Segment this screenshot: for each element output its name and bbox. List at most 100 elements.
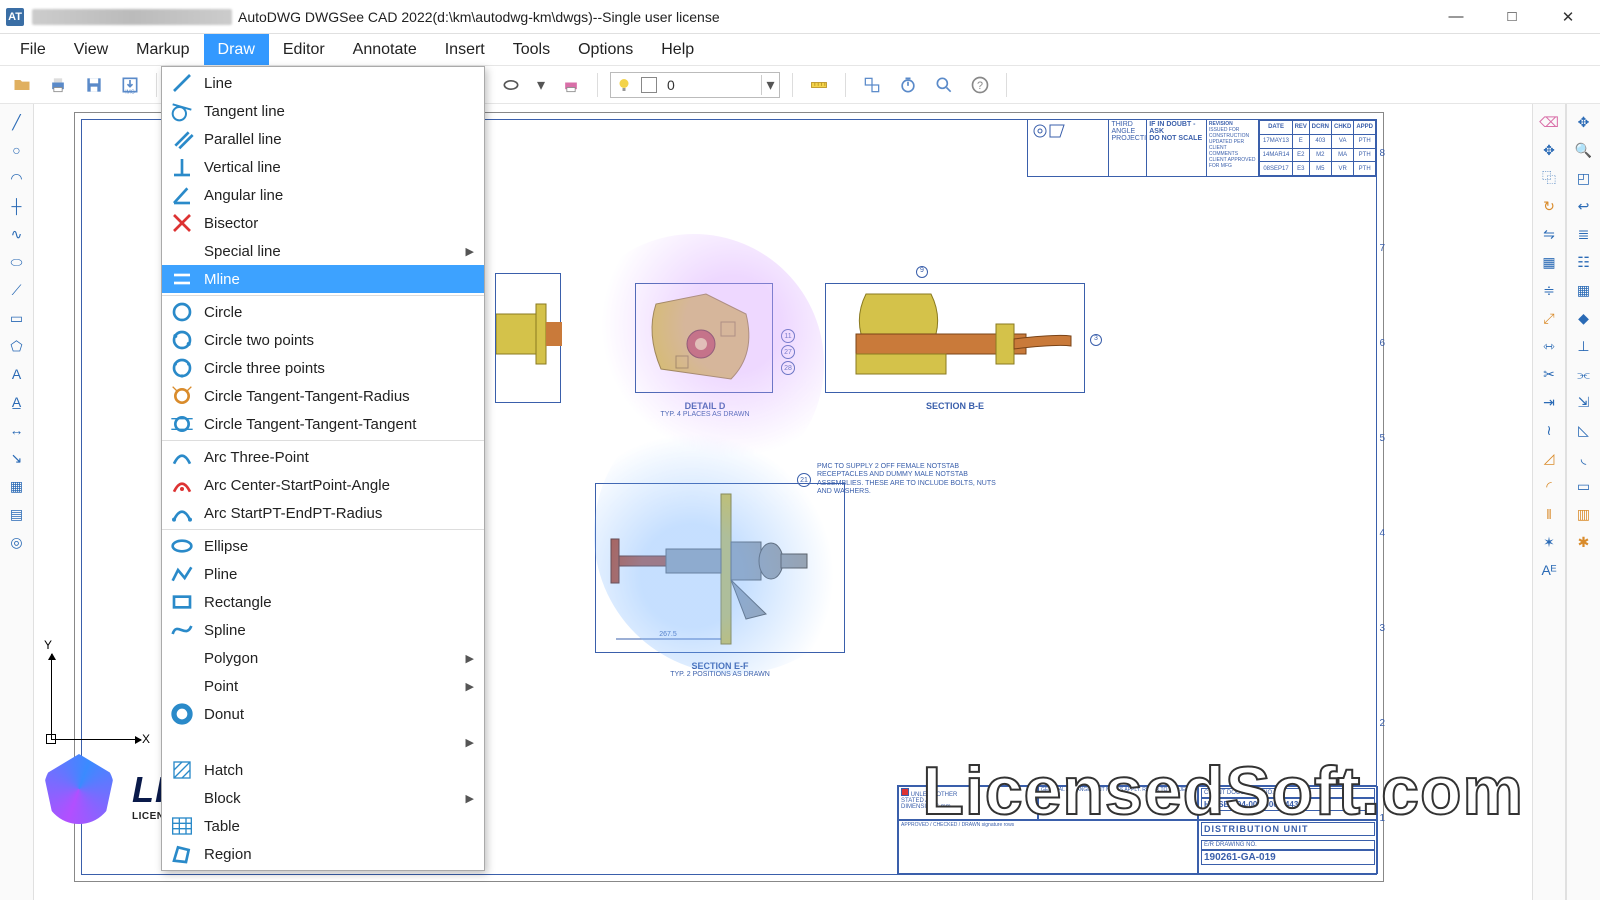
menu-help[interactable]: Help: [647, 34, 708, 65]
draw-menu-ellipse[interactable]: Ellipse: [162, 532, 484, 560]
modify-tool-offset-icon[interactable]: ‖: [1536, 502, 1562, 526]
draw-menu-angular-line[interactable]: Angular line: [162, 181, 484, 209]
menu-markup[interactable]: Markup: [122, 34, 203, 65]
modify-tool-fillet-icon[interactable]: ◜: [1536, 474, 1562, 498]
left-tool-axis-icon[interactable]: ┼: [4, 194, 30, 218]
modify-tool-scale-icon[interactable]: ⤢: [1536, 306, 1562, 330]
modify-tool-textstyle-icon[interactable]: Aᴱ: [1536, 558, 1562, 582]
left-tool-rect-icon[interactable]: ▭: [4, 306, 30, 330]
modify-tool-extend-icon[interactable]: ⇥: [1536, 390, 1562, 414]
left-tool-text-icon[interactable]: A: [4, 362, 30, 386]
view-tool-join-icon[interactable]: ⫘: [1571, 362, 1597, 386]
draw-menu-circle[interactable]: Circle: [162, 298, 484, 326]
layer-selector[interactable]: 0 ▾: [610, 72, 780, 98]
modify-tool-rotate-icon[interactable]: ↻: [1536, 194, 1562, 218]
modify-tool-copy-icon[interactable]: ⿻: [1536, 166, 1562, 190]
draw-menu-hatch[interactable]: Hatch: [162, 756, 484, 784]
modify-tool-trim-icon[interactable]: ✂: [1536, 362, 1562, 386]
menu-draw[interactable]: Draw: [204, 34, 269, 65]
draw-menu-table[interactable]: Table: [162, 812, 484, 840]
ruler-icon[interactable]: [805, 71, 833, 99]
draw-menu-spline[interactable]: Spline: [162, 616, 484, 644]
draw-menu-special-line[interactable]: Special line▶: [162, 237, 484, 265]
view-tool-zoom-icon[interactable]: 🔍: [1571, 138, 1597, 162]
draw-menu-donut[interactable]: Donut: [162, 700, 484, 728]
left-tool-leader-icon[interactable]: ↘: [4, 446, 30, 470]
open-icon[interactable]: [8, 71, 36, 99]
left-tool-dim-icon[interactable]: ↔: [4, 418, 30, 442]
menu-file[interactable]: File: [6, 34, 60, 65]
draw-menu-block[interactable]: Block▶: [162, 784, 484, 812]
left-tool-polygon-icon[interactable]: ⬠: [4, 334, 30, 358]
menu-insert[interactable]: Insert: [431, 34, 499, 65]
draw-menu-circle-tangent-tangent-tangent[interactable]: Circle Tangent-Tangent-Tangent: [162, 410, 484, 438]
draw-menu-circle-two-points[interactable]: Circle two points: [162, 326, 484, 354]
draw-menu-point[interactable]: Point▶: [162, 672, 484, 700]
left-tool-arc-icon[interactable]: ◠: [4, 166, 30, 190]
menu-annotate[interactable]: Annotate: [339, 34, 431, 65]
menu-editor[interactable]: Editor: [269, 34, 339, 65]
draw-menu-arc-startpt-endpt-radius[interactable]: Arc StartPT-EndPT-Radius: [162, 499, 484, 527]
left-tool-target-icon[interactable]: ◎: [4, 530, 30, 554]
modify-tool-align-icon[interactable]: ≑: [1536, 278, 1562, 302]
minimize-button[interactable]: —: [1442, 8, 1470, 26]
close-button[interactable]: ✕: [1554, 8, 1582, 26]
view-tool-ast-icon[interactable]: ✱: [1571, 530, 1597, 554]
draw-menu-polygon[interactable]: Polygon▶: [162, 644, 484, 672]
left-tool-circle-icon[interactable]: ○: [4, 138, 30, 162]
menu-options[interactable]: Options: [564, 34, 647, 65]
view-tool-pan-icon[interactable]: ✥: [1571, 110, 1597, 134]
draw-menu-pline[interactable]: Pline: [162, 560, 484, 588]
draw-menu-arc-three-point[interactable]: Arc Three-Point: [162, 443, 484, 471]
modify-tool-erase-icon[interactable]: ⌫: [1536, 110, 1562, 134]
draw-menu-vertical-line[interactable]: Vertical line: [162, 153, 484, 181]
timer-icon[interactable]: [894, 71, 922, 99]
modify-tool-stretch-icon[interactable]: ⇿: [1536, 334, 1562, 358]
view-tool-props-icon[interactable]: ☷: [1571, 250, 1597, 274]
print2-icon[interactable]: [557, 71, 585, 99]
draw-menu-tangent-line[interactable]: Tangent line: [162, 97, 484, 125]
loop-icon[interactable]: [497, 71, 525, 99]
view-tool-layers-icon[interactable]: ≣: [1571, 222, 1597, 246]
modify-tool-mirror-icon[interactable]: ⇋: [1536, 222, 1562, 246]
help-icon[interactable]: ?: [966, 71, 994, 99]
menu-tools[interactable]: Tools: [499, 34, 564, 65]
draw-menu-region[interactable]: Region: [162, 840, 484, 868]
draw-menu-arc-center-startpoint-angle[interactable]: Arc Center-StartPoint-Angle: [162, 471, 484, 499]
view-tool-window-icon[interactable]: ◰: [1571, 166, 1597, 190]
draw-menu-circle-tangent-tangent-radius[interactable]: Circle Tangent-Tangent-Radius: [162, 382, 484, 410]
export-image-icon[interactable]: IMG: [116, 71, 144, 99]
left-tool-line-icon[interactable]: ╱: [4, 110, 30, 134]
draw-menu-line[interactable]: Line: [162, 69, 484, 97]
draw-menu-circle-three-points[interactable]: Circle three points: [162, 354, 484, 382]
view-tool-grid-icon[interactable]: ▦: [1571, 278, 1597, 302]
left-tool-table-icon[interactable]: ▤: [4, 502, 30, 526]
left-tool-mtext-icon[interactable]: A̲: [4, 390, 30, 414]
modify-tool-explode-icon[interactable]: ✶: [1536, 530, 1562, 554]
left-tool-spline-icon[interactable]: ∿: [4, 222, 30, 246]
draw-menu-item[interactable]: ▶: [162, 728, 484, 756]
view-tool-sel-icon[interactable]: ▭: [1571, 474, 1597, 498]
view-tool-pal-icon[interactable]: ▥: [1571, 502, 1597, 526]
view-tool-prev-icon[interactable]: ↩: [1571, 194, 1597, 218]
modify-tool-break-icon[interactable]: ≀: [1536, 418, 1562, 442]
left-tool-pline-icon[interactable]: ⟋: [4, 278, 30, 302]
print-icon[interactable]: [44, 71, 72, 99]
draw-menu-rectangle[interactable]: Rectangle: [162, 588, 484, 616]
select-similar-icon[interactable]: [858, 71, 886, 99]
draw-menu-parallel-line[interactable]: Parallel line: [162, 125, 484, 153]
find-icon[interactable]: [930, 71, 958, 99]
maximize-button[interactable]: □: [1498, 8, 1526, 26]
view-tool-fl2-icon[interactable]: ◟: [1571, 446, 1597, 470]
modify-tool-move-icon[interactable]: ✥: [1536, 138, 1562, 162]
left-tool-ellipse-icon[interactable]: ⬭: [4, 250, 30, 274]
modify-tool-chamfer-icon[interactable]: ◿: [1536, 446, 1562, 470]
view-tool-ortho-icon[interactable]: ⊥: [1571, 334, 1597, 358]
draw-menu-mline[interactable]: Mline: [162, 265, 484, 293]
layer-dropdown-caret-icon[interactable]: ▾: [761, 75, 779, 95]
draw-menu-bisector[interactable]: Bisector: [162, 209, 484, 237]
dropdown-caret-icon[interactable]: ▾: [533, 71, 549, 99]
modify-tool-array-icon[interactable]: ▦: [1536, 250, 1562, 274]
left-tool-hatch-icon[interactable]: ▦: [4, 474, 30, 498]
view-tool-snap-icon[interactable]: ◆: [1571, 306, 1597, 330]
